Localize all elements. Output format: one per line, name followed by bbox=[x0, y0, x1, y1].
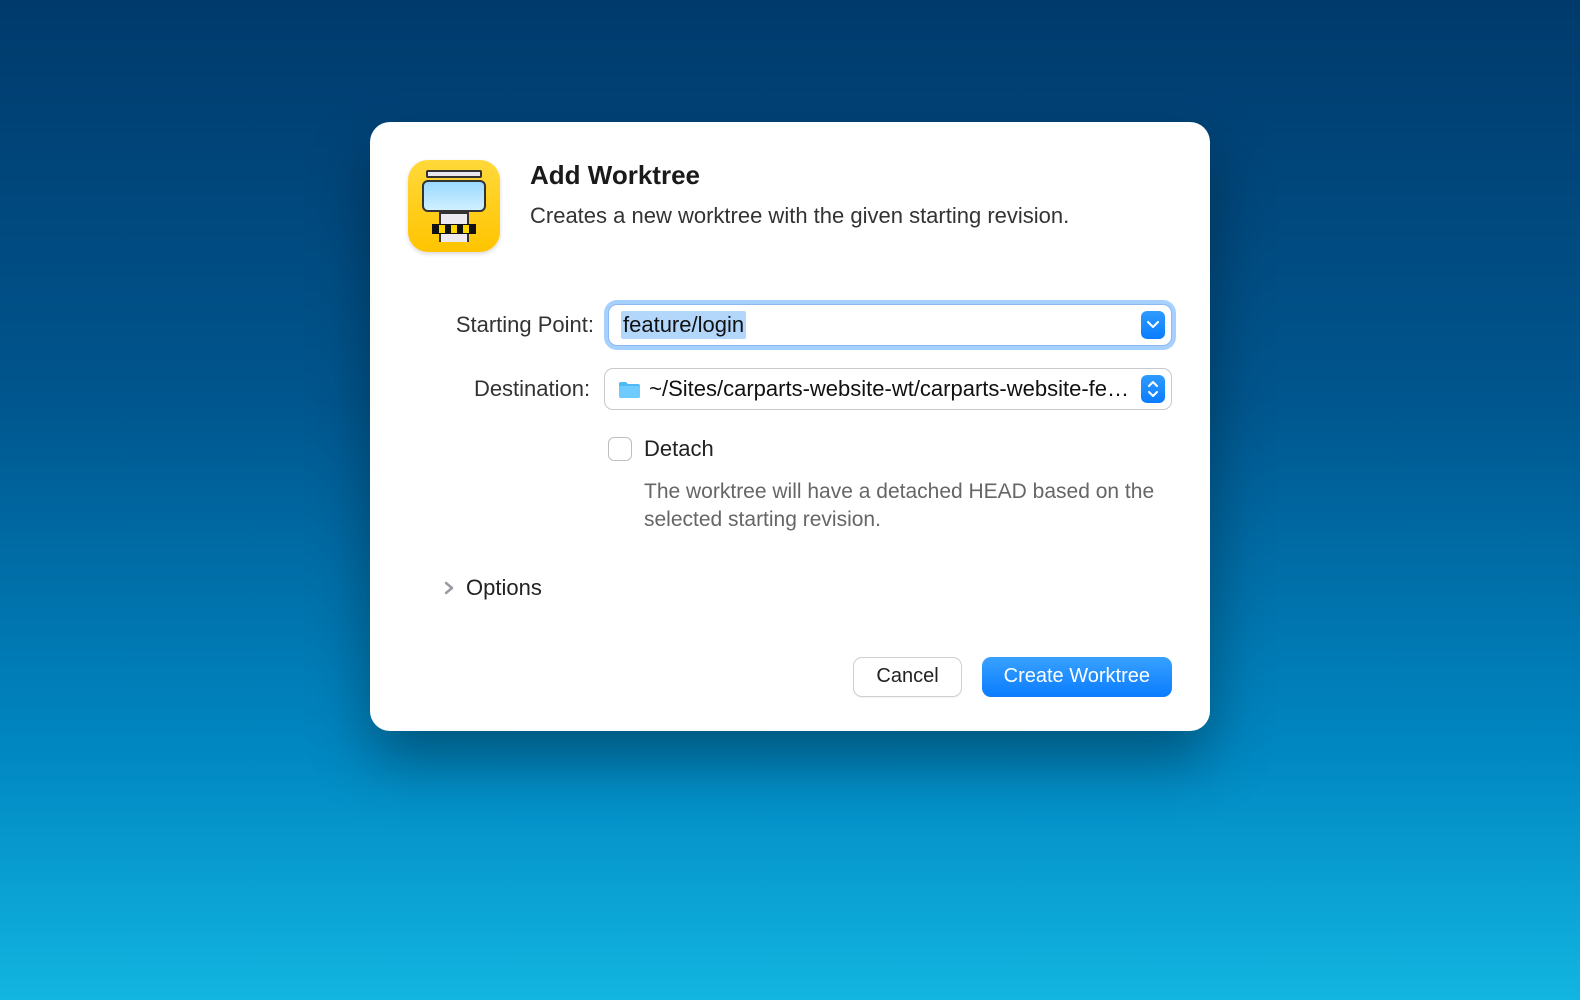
detach-row: Detach The worktree will have a detached… bbox=[408, 432, 1172, 535]
dialog-footer: Cancel Create Worktree bbox=[408, 657, 1172, 701]
destination-path: ~/Sites/carparts-website-wt/carparts-web… bbox=[649, 376, 1129, 402]
starting-point-combo[interactable]: feature/login bbox=[608, 304, 1172, 346]
create-worktree-button[interactable]: Create Worktree bbox=[982, 657, 1172, 697]
options-label: Options bbox=[466, 575, 542, 601]
dialog-subtitle: Creates a new worktree with the given st… bbox=[530, 201, 1172, 231]
add-worktree-dialog: Add Worktree Creates a new worktree with… bbox=[370, 122, 1210, 731]
options-disclosure[interactable]: Options bbox=[408, 575, 1172, 601]
chevron-down-icon[interactable] bbox=[1141, 311, 1165, 339]
starting-point-label: Starting Point: bbox=[408, 312, 608, 338]
destination-row: Destination: ~/Sites/carparts-website-wt… bbox=[408, 368, 1172, 410]
detach-helper: The worktree will have a detached HEAD b… bbox=[608, 478, 1172, 535]
up-down-icon[interactable] bbox=[1141, 375, 1165, 403]
cancel-button[interactable]: Cancel bbox=[853, 657, 961, 697]
header-text: Add Worktree Creates a new worktree with… bbox=[530, 160, 1172, 252]
dialog-title: Add Worktree bbox=[530, 160, 1172, 191]
starting-point-row: Starting Point: feature/login bbox=[408, 304, 1172, 346]
destination-label: Destination: bbox=[408, 376, 604, 402]
folder-icon bbox=[617, 380, 641, 400]
destination-combo[interactable]: ~/Sites/carparts-website-wt/carparts-web… bbox=[604, 368, 1172, 410]
dialog-header: Add Worktree Creates a new worktree with… bbox=[408, 160, 1172, 252]
detach-label: Detach bbox=[644, 436, 714, 462]
detach-checkbox[interactable] bbox=[608, 437, 632, 461]
app-icon bbox=[408, 160, 500, 252]
starting-point-value: feature/login bbox=[621, 311, 746, 339]
chevron-right-icon bbox=[442, 581, 456, 595]
